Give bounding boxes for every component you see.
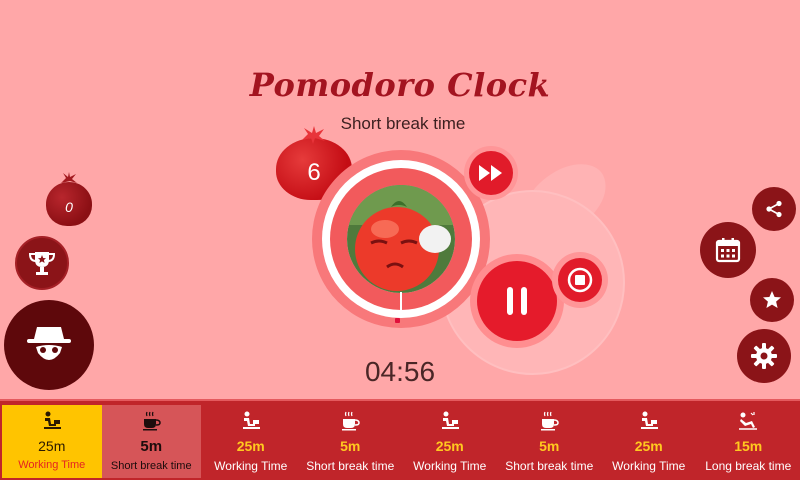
pause-icon bbox=[507, 287, 527, 315]
worker-desk-icon bbox=[638, 410, 660, 432]
schedule-item[interactable]: 5m Short break time bbox=[500, 405, 600, 478]
schedule-duration: 25m bbox=[236, 438, 265, 454]
schedule-item[interactable]: 5m Short break time bbox=[301, 405, 401, 478]
schedule-duration: 25m bbox=[38, 438, 66, 454]
schedule-duration: 5m bbox=[140, 438, 163, 455]
share-button[interactable] bbox=[752, 187, 796, 231]
schedule-label: Working Time bbox=[612, 459, 686, 473]
stop-button[interactable] bbox=[552, 252, 608, 308]
remaining-time: 04:56 bbox=[364, 356, 436, 387]
settings-button[interactable] bbox=[737, 329, 791, 383]
lounge-chair-icon bbox=[737, 410, 759, 432]
schedule-label: Working Time bbox=[214, 459, 288, 473]
star-icon bbox=[763, 291, 781, 308]
schedule-item[interactable]: 25m Working Time bbox=[201, 405, 301, 478]
fast-forward-icon bbox=[479, 165, 502, 181]
pause-button[interactable] bbox=[470, 254, 564, 348]
session-status: Short break time bbox=[340, 114, 466, 133]
gear-icon bbox=[751, 343, 777, 369]
schedule-item[interactable]: 25m Working Time bbox=[2, 405, 102, 478]
stop-icon bbox=[567, 267, 593, 293]
incognito-icon bbox=[27, 327, 71, 360]
dial-needle-marker bbox=[395, 318, 400, 323]
worker-desk-icon bbox=[41, 410, 63, 432]
schedule-duration: 5m bbox=[539, 438, 560, 454]
completed-count: 6 bbox=[307, 159, 321, 186]
schedule-duration: 5m bbox=[340, 438, 361, 454]
schedule-label: Long break time bbox=[705, 459, 792, 473]
schedule-label: Working Time bbox=[18, 459, 86, 471]
schedule-label: Short break time bbox=[110, 460, 192, 472]
share-icon bbox=[766, 200, 782, 218]
focus-mode-button[interactable] bbox=[4, 300, 94, 390]
schedule-label: Short break time bbox=[505, 459, 594, 473]
worker-desk-icon bbox=[439, 410, 461, 432]
schedule-duration: 25m bbox=[435, 438, 464, 454]
schedule-item[interactable]: 5m Short break time bbox=[101, 405, 201, 478]
daily-tomato-counter[interactable]: 0 bbox=[46, 172, 92, 226]
tomato-stem-icon bbox=[302, 126, 325, 144]
favorites-button[interactable] bbox=[750, 278, 794, 322]
tomato-stem-icon bbox=[61, 172, 77, 183]
daily-count: 0 bbox=[65, 199, 73, 215]
calendar-button[interactable] bbox=[700, 222, 756, 278]
sleeping-tomato-image bbox=[347, 185, 455, 293]
schedule-duration: 15m bbox=[734, 438, 763, 454]
app-title: Pomodoro Clock bbox=[249, 66, 551, 104]
schedule-label: Working Time bbox=[413, 459, 487, 473]
session-schedule-bar: 25m Working Time 5m Short break time 25m Wo… bbox=[0, 399, 800, 480]
worker-desk-icon bbox=[240, 410, 262, 432]
coffee-cup-icon bbox=[339, 410, 361, 432]
schedule-item[interactable]: 25m Working Time bbox=[400, 405, 500, 478]
coffee-cup-icon bbox=[538, 410, 560, 432]
schedule-duration: 25m bbox=[634, 438, 663, 454]
schedule-item[interactable]: 25m Working Time bbox=[599, 405, 699, 478]
coffee-cup-icon bbox=[140, 410, 162, 432]
achievements-button[interactable] bbox=[15, 236, 69, 290]
skip-button[interactable] bbox=[464, 146, 518, 200]
schedule-label: Short break time bbox=[306, 459, 395, 473]
trophy-icon bbox=[28, 252, 56, 275]
dial-needle bbox=[400, 292, 402, 314]
calendar-icon bbox=[715, 238, 741, 263]
schedule-item[interactable]: 15m Long break time bbox=[699, 405, 799, 478]
